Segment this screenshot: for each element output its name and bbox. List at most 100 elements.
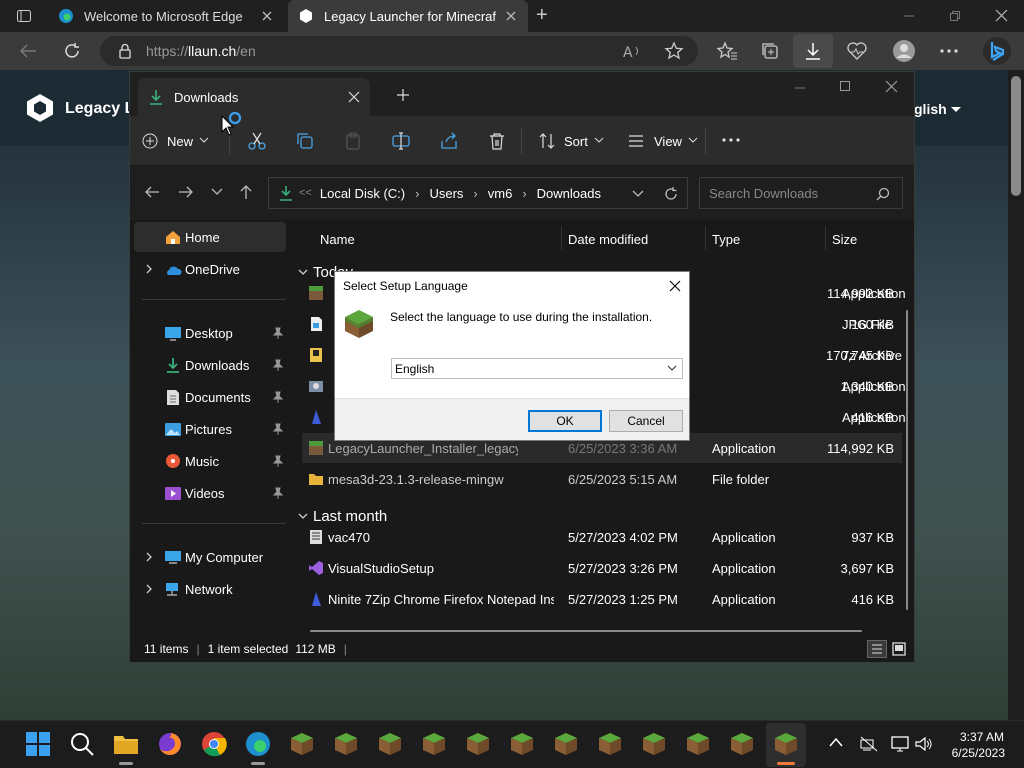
minecraft-taskbar-icon[interactable] <box>685 731 711 757</box>
minimize-icon[interactable] <box>794 82 806 94</box>
show-hidden-icons-chevron-icon[interactable] <box>829 737 843 747</box>
more-options-icon[interactable] <box>722 137 740 143</box>
start-windows-icon[interactable] <box>25 731 51 757</box>
address-bar[interactable]: https://llaun.ch/en <box>100 36 698 66</box>
minecraft-taskbar-icon[interactable] <box>289 731 315 757</box>
search-input[interactable]: Search Downloads <box>699 177 903 209</box>
language-select[interactable]: English <box>391 358 683 379</box>
file-row[interactable]: VisualStudioSetup 5/27/2023 3:26 PM Appl… <box>302 553 902 583</box>
breadcrumb-item[interactable]: Users <box>429 186 463 201</box>
cut-icon[interactable] <box>248 132 266 150</box>
explorer-tab[interactable]: Downloads <box>138 78 370 116</box>
up-icon[interactable] <box>239 184 253 200</box>
more-options-icon[interactable] <box>939 46 959 56</box>
site-language-selector[interactable]: glish <box>914 101 947 117</box>
nav-item-my-computer[interactable]: My Computer <box>134 542 286 572</box>
minimize-icon[interactable] <box>903 10 915 22</box>
forward-icon[interactable] <box>178 185 194 199</box>
pin-icon[interactable] <box>272 327 284 339</box>
column-header-date[interactable]: Date modified <box>568 232 648 247</box>
minecraft-taskbar-icon[interactable] <box>553 731 579 757</box>
back-icon[interactable] <box>144 185 160 199</box>
minecraft-taskbar-icon[interactable] <box>421 731 447 757</box>
chrome-icon[interactable] <box>201 731 227 757</box>
minecraft-taskbar-icon[interactable] <box>465 731 491 757</box>
bing-copilot-icon[interactable] <box>982 36 1012 66</box>
file-explorer-icon[interactable] <box>113 731 139 757</box>
close-tab-icon[interactable] <box>348 91 360 103</box>
nav-item-videos[interactable]: Videos <box>134 478 286 508</box>
copy-icon[interactable] <box>296 132 314 150</box>
rename-icon[interactable] <box>392 132 410 150</box>
favorite-star-icon[interactable] <box>664 41 684 61</box>
minecraft-taskbar-icon[interactable] <box>641 731 667 757</box>
view-button[interactable]: View <box>628 130 698 152</box>
nav-item-network[interactable]: Network <box>134 574 286 604</box>
volume-icon[interactable] <box>915 736 933 752</box>
clock-time[interactable]: 3:37 AM <box>958 730 1004 744</box>
close-tab-icon[interactable] <box>260 9 274 23</box>
breadcrumb-item[interactable]: Downloads <box>537 186 601 201</box>
back-icon[interactable] <box>18 42 38 60</box>
breadcrumb-item[interactable]: vm6 <box>488 186 513 201</box>
nav-item-pictures[interactable]: Pictures <box>134 414 286 444</box>
new-tab-button[interactable]: + <box>536 4 548 27</box>
column-divider[interactable] <box>705 226 706 250</box>
file-row[interactable]: Ninite 7Zip Chrome Firefox Notepad Inst.… <box>302 584 902 614</box>
chevron-right-icon[interactable] <box>144 264 154 274</box>
page-scrollbar-thumb[interactable] <box>1011 76 1021 196</box>
details-view-button[interactable] <box>867 640 887 658</box>
restore-icon[interactable] <box>949 10 961 22</box>
column-header-name[interactable]: Name <box>320 232 355 247</box>
new-tab-plus-icon[interactable] <box>396 88 410 102</box>
minecraft-taskbar-icon[interactable] <box>729 731 755 757</box>
horizontal-scrollbar[interactable] <box>310 630 862 632</box>
vertical-scrollbar[interactable] <box>906 310 908 610</box>
share-icon[interactable] <box>440 132 458 150</box>
nav-item-music[interactable]: Music <box>134 446 286 476</box>
delete-icon[interactable] <box>488 132 506 150</box>
tab-actions-icon[interactable] <box>16 8 32 24</box>
profile-avatar-icon[interactable] <box>892 39 916 63</box>
column-header-type[interactable]: Type <box>712 232 740 247</box>
column-divider[interactable] <box>825 226 826 250</box>
close-window-icon[interactable] <box>995 9 1008 22</box>
refresh-icon[interactable] <box>663 186 679 202</box>
site-logo-icon[interactable] <box>24 92 56 124</box>
column-header-size[interactable]: Size <box>832 232 857 247</box>
clock-date[interactable]: 6/25/2023 <box>945 746 1005 760</box>
pin-icon[interactable] <box>272 423 284 435</box>
nav-item-onedrive[interactable]: OneDrive <box>134 254 286 284</box>
read-aloud-icon[interactable]: A <box>622 42 642 60</box>
pin-icon[interactable] <box>272 359 284 371</box>
close-tab-icon[interactable] <box>504 9 518 23</box>
pin-icon[interactable] <box>272 487 284 499</box>
minecraft-taskbar-icon[interactable] <box>597 731 623 757</box>
edge-icon[interactable] <box>245 731 271 757</box>
ok-button[interactable]: OK <box>528 410 602 432</box>
pin-icon[interactable] <box>272 455 284 467</box>
breadcrumb-item[interactable]: Local Disk (C:) <box>320 186 405 201</box>
refresh-icon[interactable] <box>62 41 82 61</box>
address-dropdown-icon[interactable] <box>632 190 644 198</box>
column-divider[interactable] <box>561 226 562 250</box>
nav-item-home[interactable]: Home <box>134 222 286 252</box>
paste-icon[interactable] <box>344 132 362 150</box>
maximize-icon[interactable] <box>839 80 851 92</box>
browser-tab[interactable]: Welcome to Microsoft Edge <box>48 0 284 32</box>
file-row[interactable]: vac470 5/27/2023 4:02 PM Application 937… <box>302 522 902 552</box>
favorites-icon[interactable] <box>716 41 738 61</box>
new-button[interactable]: New <box>142 130 209 152</box>
minecraft-taskbar-icon[interactable] <box>333 731 359 757</box>
nav-item-documents[interactable]: Documents <box>134 382 286 412</box>
close-window-icon[interactable] <box>885 80 898 93</box>
close-icon[interactable] <box>669 280 681 292</box>
breadcrumb-overflow-icon[interactable]: << <box>299 187 312 199</box>
browser-essentials-icon[interactable] <box>846 41 868 61</box>
minecraft-taskbar-icon[interactable] <box>509 731 535 757</box>
chevron-right-icon[interactable] <box>144 552 154 562</box>
browser-tab-active[interactable]: Legacy Launcher for Minecraft (e <box>288 0 528 32</box>
downloads-button[interactable] <box>793 34 833 68</box>
file-row[interactable]: mesa3d-23.1.3-release-mingw 6/25/2023 5:… <box>302 464 902 494</box>
firefox-icon[interactable] <box>157 731 183 757</box>
